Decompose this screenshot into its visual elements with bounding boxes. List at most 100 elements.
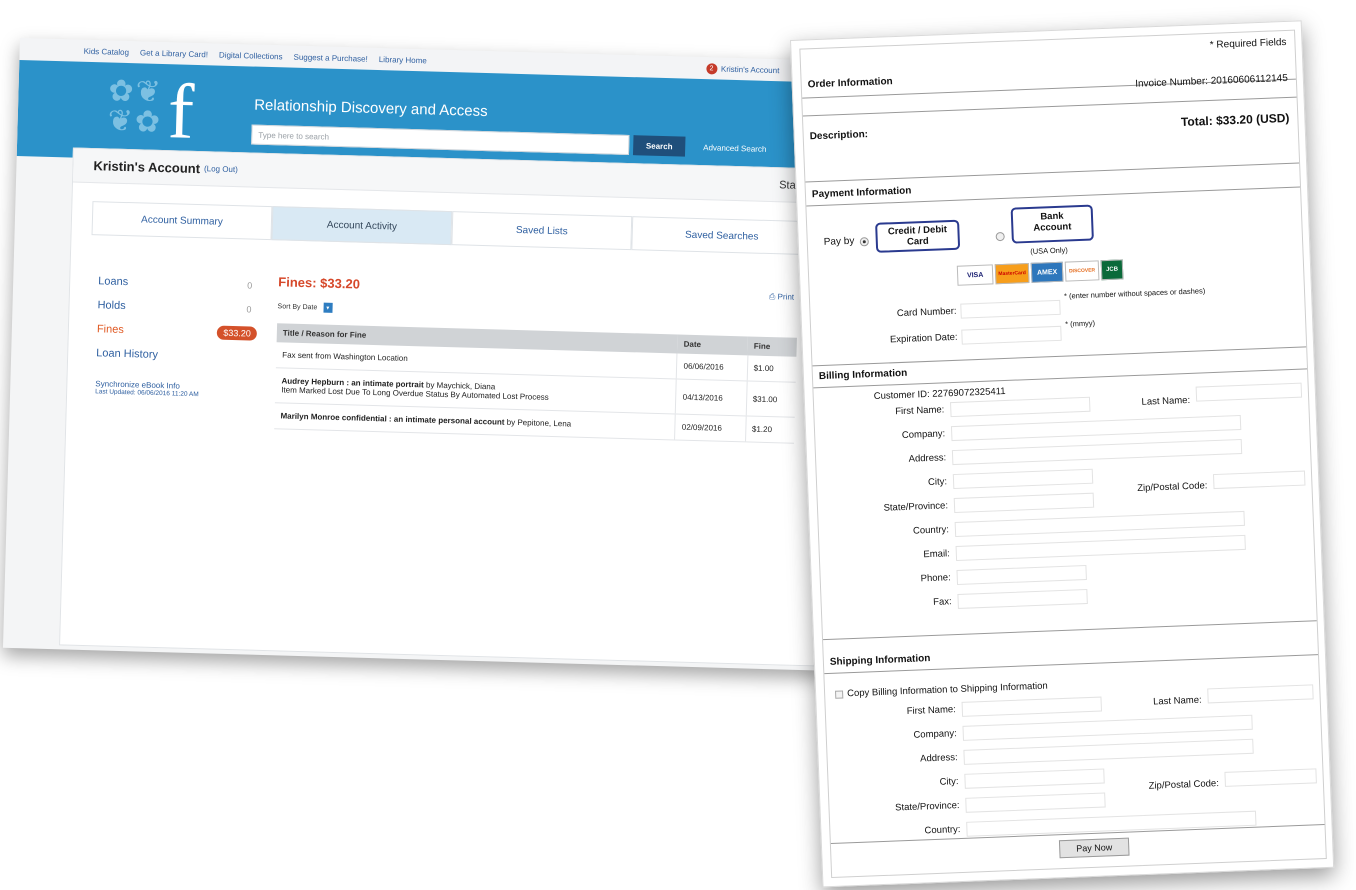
shipping-company-label: Company: (913, 728, 957, 741)
shipping-state-label: State/Province: (894, 800, 960, 814)
billing-email-label: Email: (923, 548, 951, 561)
advanced-search-link[interactable]: Advanced Search (703, 143, 766, 154)
fine-date: 02/09/2016 (675, 413, 746, 442)
amex-logo-icon: AMEX (1030, 261, 1064, 283)
chevron-down-icon[interactable]: ▾ (323, 302, 333, 313)
sidebar-item-label: Holds (97, 299, 126, 313)
card-number-label: Card Number: (896, 305, 957, 320)
shipping-city-label: City: (939, 776, 959, 788)
bank-account-button[interactable]: Bank Account (1010, 204, 1094, 244)
column-header-date: Date (677, 334, 749, 356)
link-suggest-purchase[interactable]: Suggest a Purchase! (293, 52, 368, 63)
account-link[interactable]: Kristin's Account (721, 64, 780, 75)
sidebar-item-loan-history[interactable]: Loan History (96, 341, 257, 369)
expiration-hint: * (mmyy) (1064, 318, 1096, 329)
shipping-info-title: Shipping Information (829, 653, 931, 668)
credit-card-line2: Card (906, 235, 929, 248)
shipping-last-name-field[interactable] (1207, 684, 1314, 704)
account-menu[interactable]: 2 Kristin's Account (705, 62, 780, 76)
billing-company-field[interactable] (950, 414, 1242, 442)
billing-city-field[interactable] (952, 468, 1094, 490)
link-library-card[interactable]: Get a Library Card! (140, 48, 208, 59)
billing-address-field[interactable] (951, 438, 1243, 466)
notification-badge: 2 (705, 62, 718, 74)
fine-amount: $1.20 (745, 415, 795, 444)
library-logo[interactable]: f (167, 66, 195, 157)
copy-billing-checkbox[interactable] (835, 690, 844, 699)
shipping-address-field[interactable] (963, 738, 1254, 765)
fine-title: Fax sent from Washington Location (282, 350, 408, 363)
bank-account-radio[interactable] (995, 231, 1005, 242)
shipping-country-label: Country: (924, 824, 961, 837)
shipping-state-field[interactable] (965, 792, 1106, 813)
invoice-number: Invoice Number: 20160606112145 (1135, 72, 1289, 90)
link-digital-collections[interactable]: Digital Collections (219, 50, 283, 61)
billing-state-label: State/Province: (883, 500, 949, 514)
billing-address-label: Address: (908, 452, 947, 465)
link-library-home[interactable]: Library Home (379, 55, 427, 65)
billing-first-name-label: First Name: (895, 404, 945, 418)
printer-icon: ⎙ (768, 292, 778, 302)
shipping-last-name-label: Last Name: (1152, 694, 1202, 708)
logout-link[interactable]: (Log Out) (204, 164, 238, 174)
account-name: Kristin's Account (93, 158, 201, 177)
bank-account-line1: Bank (1040, 210, 1064, 223)
print-link[interactable]: ⎙ Print (769, 292, 794, 303)
credit-card-button[interactable]: Credit / Debit Card (875, 219, 961, 253)
fines-badge: $33.20 (217, 325, 258, 341)
search-button[interactable]: Search (632, 135, 686, 157)
sort-control[interactable]: Sort By Date ▾ (277, 301, 825, 326)
tab-saved-searches[interactable]: Saved Searches (631, 216, 813, 256)
pay-by-label: Pay by (823, 235, 855, 248)
stage: Kids Catalog Get a Library Card! Digital… (0, 0, 1356, 890)
account-panel: Kristin's Account (Log Out) Status: A Ac… (59, 147, 833, 667)
mastercard-logo-icon: MasterCard (994, 262, 1030, 285)
sidebar-item-label: Loan History (96, 347, 159, 361)
fine-amount: $1.00 (746, 355, 797, 383)
tab-account-activity[interactable]: Account Activity (271, 206, 453, 246)
card-number-hint: * (enter number without spaces or dashes… (1063, 286, 1206, 301)
link-kids-catalog[interactable]: Kids Catalog (84, 46, 130, 56)
fine-title[interactable]: Marilyn Monroe confidential : an intimat… (280, 411, 504, 426)
billing-state-field[interactable] (953, 492, 1095, 514)
billing-first-name-field[interactable] (950, 396, 1091, 418)
divider (805, 162, 1300, 183)
payment-info-title: Payment Information (811, 185, 912, 201)
payment-form-screenshot: * Required Fields Order Information Invo… (790, 20, 1335, 888)
sidebar-item-label: Loans (98, 275, 129, 289)
payment-form: * Required Fields Order Information Invo… (799, 29, 1327, 879)
order-info-title: Order Information (807, 76, 893, 91)
pay-now-button[interactable]: Pay Now (1058, 837, 1130, 859)
billing-zip-field[interactable] (1212, 470, 1306, 490)
fine-author: by Pepitone, Lena (506, 417, 572, 429)
tab-account-summary[interactable]: Account Summary (91, 201, 273, 241)
tab-saved-lists[interactable]: Saved Lists (451, 211, 633, 251)
billing-fax-field[interactable] (957, 588, 1088, 609)
fines-title: Fines: $33.20 (278, 274, 361, 292)
divider (823, 620, 1317, 641)
billing-last-name-field[interactable] (1195, 382, 1303, 402)
copy-billing-label: Copy Billing Information to Shipping Inf… (846, 680, 1048, 700)
billing-zip-label: Zip/Postal Code: (1137, 480, 1208, 494)
fines-table: Title / Reason for Fine Date Fine Fax se… (274, 323, 797, 444)
shipping-zip-field[interactable] (1224, 768, 1317, 787)
credit-card-radio[interactable] (859, 237, 869, 247)
required-fields-note: * Required Fields (1209, 36, 1287, 51)
billing-phone-field[interactable] (956, 565, 1087, 585)
search-input[interactable]: Type here to search (251, 124, 630, 156)
card-number-field[interactable] (960, 299, 1061, 319)
fine-date: 06/06/2016 (676, 353, 748, 381)
library-account-screenshot: Kids Catalog Get a Library Card! Digital… (2, 38, 840, 671)
shipping-first-name-field[interactable] (961, 696, 1103, 717)
shipping-address-label: Address: (919, 752, 958, 765)
discover-logo-icon: DISCOVER (1064, 260, 1100, 282)
usa-only-note: (USA Only) (1030, 245, 1068, 256)
billing-country-field[interactable] (954, 510, 1245, 538)
expiration-date-field[interactable] (961, 325, 1062, 345)
shipping-city-field[interactable] (964, 768, 1105, 789)
billing-phone-label: Phone: (920, 572, 951, 585)
billing-email-field[interactable] (955, 534, 1246, 562)
account-tabs: Account Summary Account Activity Saved L… (91, 201, 831, 256)
shipping-first-name-label: First Name: (906, 704, 957, 718)
shipping-company-field[interactable] (962, 714, 1253, 741)
